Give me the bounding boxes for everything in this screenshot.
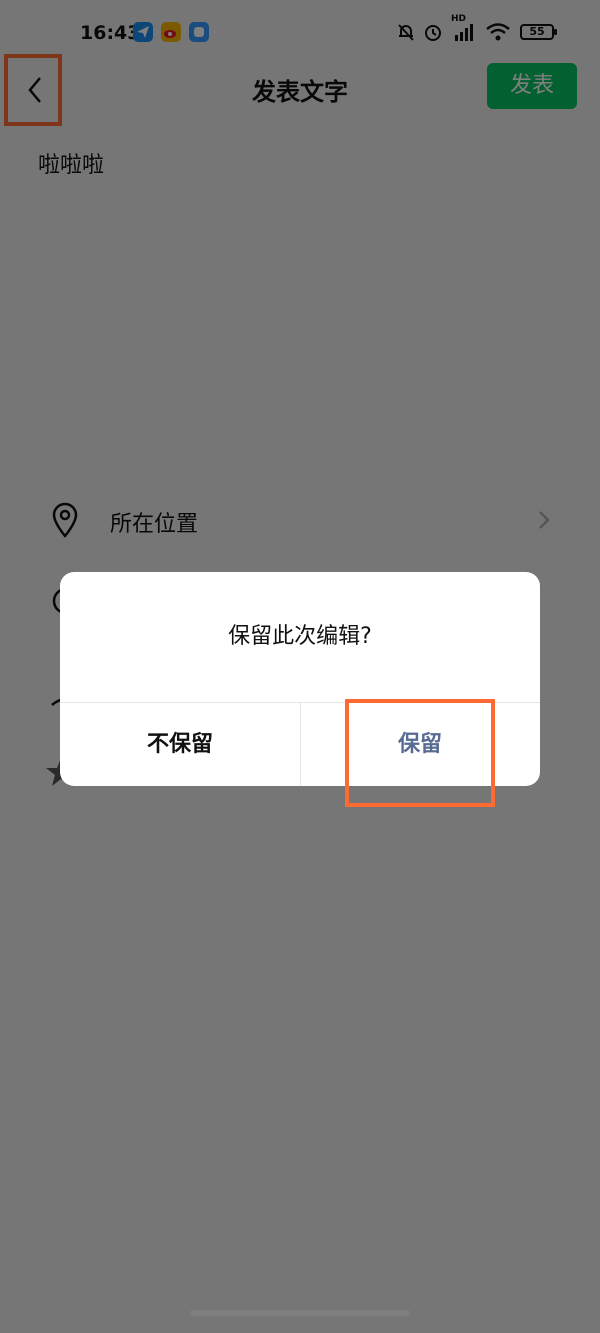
discard-button[interactable]: 不保留 <box>60 703 300 786</box>
dialog-title: 保留此次编辑? <box>228 624 372 649</box>
keep-button-highlight <box>345 699 495 807</box>
